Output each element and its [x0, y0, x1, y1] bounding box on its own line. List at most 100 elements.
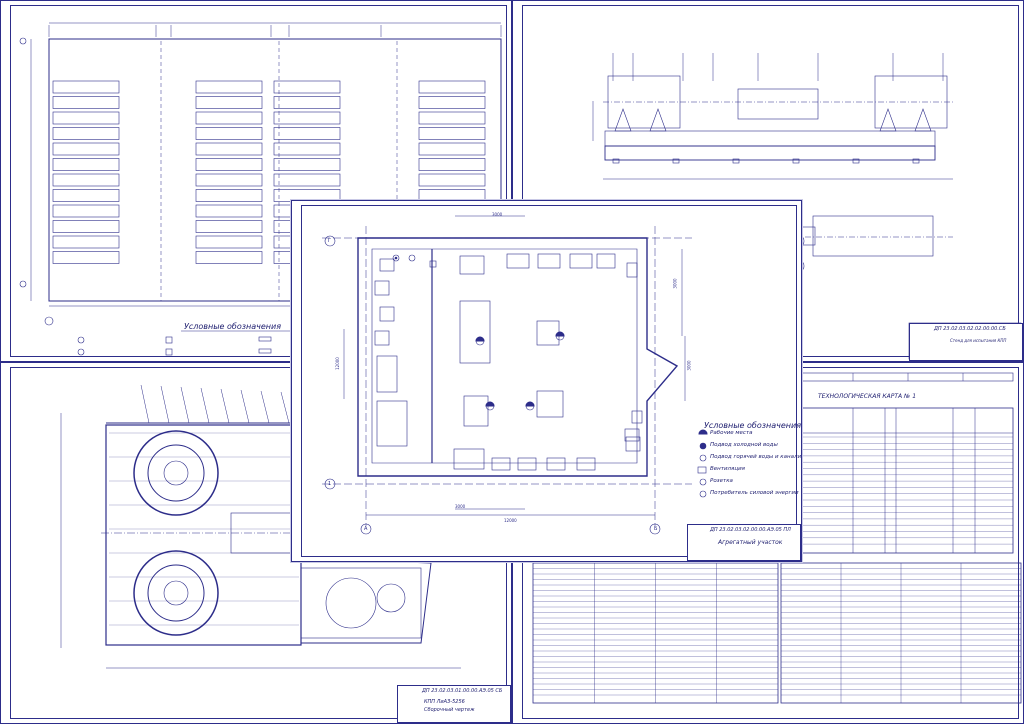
drawing-name: КПП ЛиАЗ-5256 — [424, 699, 465, 705]
parking-bay — [273, 80, 341, 94]
equipment-bottom — [453, 448, 485, 470]
parking-bay — [52, 80, 120, 94]
dim-bottom: 12000 — [504, 518, 517, 523]
equipment-top — [537, 253, 561, 269]
plan-legend-item: Рабочие места — [710, 430, 753, 436]
equipment-center — [459, 300, 491, 364]
leader-line — [140, 384, 150, 424]
axis-marker — [19, 280, 27, 288]
parking-bay — [418, 142, 486, 156]
parking-bay — [195, 158, 263, 171]
gear-hub — [147, 444, 205, 502]
fire-shield-icon — [165, 348, 173, 356]
workplace-icon — [555, 331, 565, 337]
axis-label: 1 — [328, 481, 332, 487]
plan-legend-item: Вентиляция — [710, 466, 745, 472]
equipment-bottom — [576, 457, 596, 471]
parking-bay — [195, 235, 263, 249]
equipment-left — [376, 400, 408, 447]
parking-bay — [195, 220, 263, 233]
axis-marker — [44, 316, 54, 326]
housing-body — [105, 424, 302, 646]
hot-water-icon — [408, 254, 416, 262]
section-plan-drawing — [322, 215, 722, 553]
card-main-table — [797, 407, 1014, 554]
parking-bay — [52, 142, 120, 156]
leader-line — [280, 391, 290, 424]
equipment-top — [626, 262, 638, 278]
title-block: ДП 23.02.03.02.02.00.00.СБ Стенд для исп… — [909, 323, 1023, 361]
stand-frame — [604, 145, 936, 161]
equipment-top — [596, 253, 616, 269]
dim-top: 3000 — [492, 212, 503, 217]
equipment-center — [536, 390, 564, 418]
sheet-section-plan: 3000 12000 3000 12000 3000 3000 Г 1 А Б … — [291, 200, 802, 562]
drawing-name: Стенд для испытания КПП — [950, 338, 1007, 343]
workplace-icon — [485, 401, 495, 407]
parking-bay — [195, 189, 263, 202]
workplace-icon — [525, 401, 535, 407]
parking-bay — [418, 173, 486, 187]
room-inner-outline — [371, 248, 638, 464]
planetary-gear-upper — [133, 430, 219, 516]
workplace-icon — [475, 336, 485, 342]
leader-line — [180, 386, 190, 424]
dim-right: 3000 — [686, 360, 692, 371]
parking-bay — [195, 142, 263, 156]
plan-legend-title: Условные обозначения — [704, 421, 802, 430]
socket-icon — [699, 478, 707, 486]
parking-bay — [273, 127, 341, 140]
equipment-left — [379, 306, 395, 322]
parking-bay — [52, 204, 120, 218]
leader-line — [220, 388, 230, 424]
drawing-subtitle: Сборочный чертеж — [424, 707, 475, 713]
stand-base — [604, 130, 936, 147]
dim-left: 12000 — [334, 357, 340, 370]
parking-bay — [52, 96, 120, 109]
plan-legend-item: Потребитель силовой энергии — [710, 490, 799, 496]
axis-label: Б — [654, 526, 658, 532]
parking-bay — [52, 127, 120, 140]
support-leg — [614, 108, 632, 132]
leader-line — [260, 390, 270, 424]
gear-shaft — [163, 460, 189, 486]
parking-bay — [195, 204, 263, 218]
parking-bay — [418, 111, 486, 125]
dim-bottom-small: 3000 — [455, 504, 466, 509]
drawing-code: ДП 23.02.03.02.02.00.00.СБ — [934, 326, 1006, 332]
cold-water-icon — [699, 442, 707, 450]
parking-bay — [195, 80, 263, 94]
legend-symbol — [258, 336, 272, 342]
parking-bay — [418, 96, 486, 109]
ventilation-icon — [165, 336, 173, 344]
leader-line — [240, 389, 250, 424]
leader-line — [160, 385, 170, 424]
retarder-housing — [300, 567, 422, 639]
title-block: ДП 23.02.03.01.00.00.АЭ.05 СБ КПП ЛиАЗ-5… — [397, 685, 511, 723]
parking-bay — [195, 251, 263, 264]
parking-bay — [195, 173, 263, 187]
legend-title: Условные обозначения — [184, 322, 282, 331]
ventilation-icon — [697, 466, 707, 474]
parking-bay — [273, 96, 341, 109]
equipment-left — [376, 355, 398, 393]
axis-label: А — [364, 526, 368, 532]
equipment-bottom — [491, 457, 511, 471]
parking-bay — [418, 158, 486, 171]
drawing-code: ДП 23.02.03.02.00.00.АЭ.05 ПЛ — [710, 527, 791, 533]
parking-bay — [418, 127, 486, 140]
cold-water-icon — [394, 256, 398, 260]
parking-bay — [273, 173, 341, 187]
parking-bay — [273, 158, 341, 171]
axis-label: Г — [328, 238, 332, 244]
cold-water-icon — [77, 348, 85, 356]
gear-hub — [147, 564, 205, 622]
equipment-center — [463, 395, 489, 427]
legend-symbol — [258, 348, 272, 354]
output-bearing — [376, 583, 406, 613]
axis-marker — [19, 37, 27, 45]
support-leg — [879, 108, 897, 132]
equipment-bottom — [625, 436, 641, 452]
plan-legend-item: Подвод холодной воды — [710, 442, 778, 448]
retarder-rotor — [325, 577, 377, 629]
